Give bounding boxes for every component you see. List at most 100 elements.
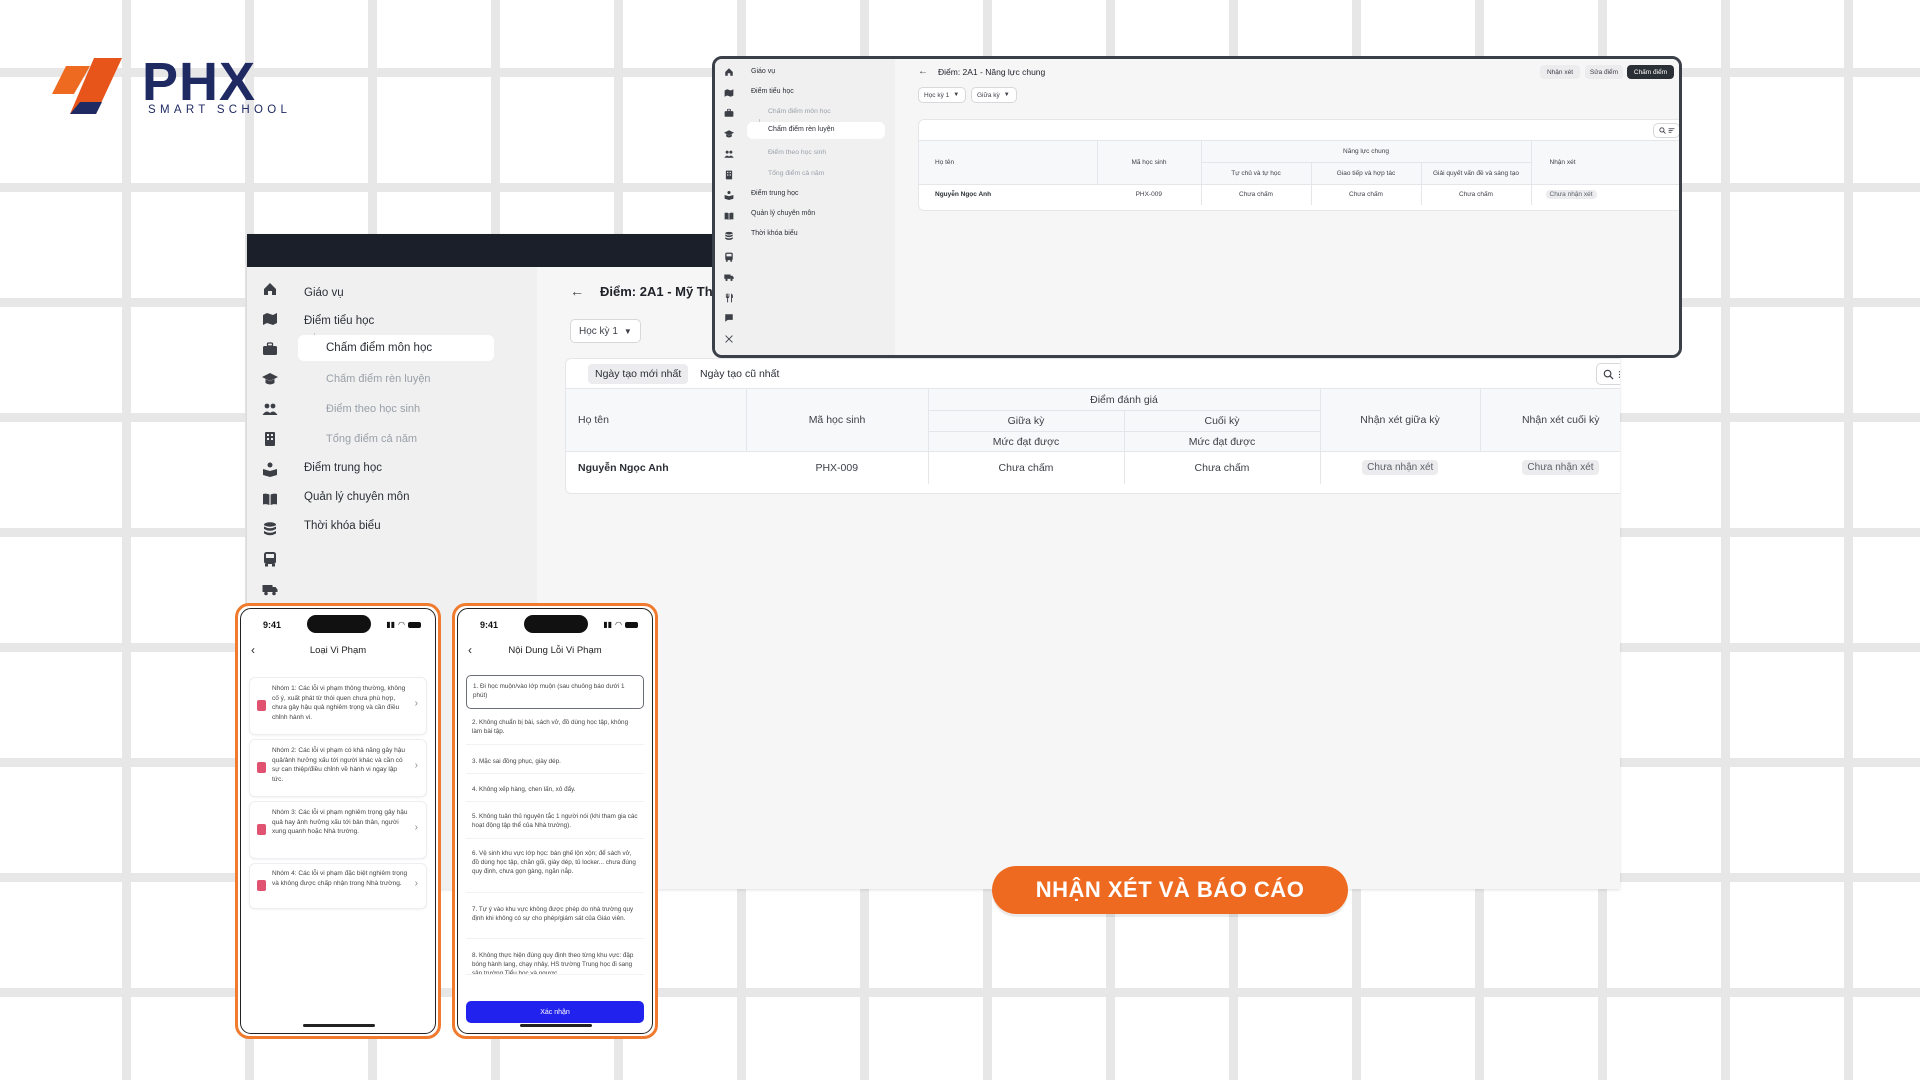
cell-end-grade[interactable]: Chưa chấm — [1123, 451, 1320, 484]
list-item[interactable]: 8. Không thực hiện đúng quy định theo từ… — [466, 947, 644, 975]
sidebar-item-tong-diem-ca-nam[interactable]: Tổng điểm cả năm — [768, 170, 824, 177]
col-header-end-term: Cuối kỳ — [1123, 410, 1321, 432]
chevron-right-icon: › — [414, 878, 418, 889]
clipboard-icon — [257, 700, 266, 711]
nav-section-diem-trung-hoc[interactable]: Điểm trung học — [304, 462, 382, 474]
list-item-text: 7. Tự ý vào khu vực không được phép do n… — [472, 906, 634, 922]
grade-button[interactable]: Chấm điểm — [1627, 65, 1674, 79]
semester-select[interactable]: Học kỳ 1 ▼ — [570, 319, 641, 343]
database-icon[interactable] — [722, 229, 736, 243]
table-row[interactable]: Nguyễn Ngọc Anh PHX-009 Chưa chấm Chưa c… — [919, 184, 1679, 205]
period-select[interactable]: Giữa kỳ ▼ — [971, 87, 1017, 103]
mid-comment-badge[interactable]: Chưa nhận xét — [1362, 460, 1439, 476]
col-header-code: Mã học sinh — [745, 388, 929, 452]
signal-icon: ▮▮ — [386, 620, 396, 629]
comment-button[interactable]: Nhận xét — [1540, 65, 1580, 79]
bus-icon[interactable] — [722, 250, 736, 264]
back-arrow-icon[interactable]: ← — [918, 66, 928, 77]
nav-section-giao-vu[interactable]: Giáo vụ — [751, 68, 775, 75]
list-item[interactable]: Nhóm 3: Các lỗi vi phạm nghiêm trọng gây… — [249, 801, 427, 859]
cell-communication[interactable]: Chưa chấm — [1310, 184, 1421, 205]
list-item[interactable]: 5. Không tuân thủ nguyên tắc 1 người nói… — [466, 809, 644, 839]
period-select-value: Giữa kỳ — [977, 91, 1000, 99]
table-row[interactable]: Nguyễn Ngọc Anh PHX-009 Chưa chấm Chưa c… — [566, 451, 1620, 484]
col-header-mid-comment: Nhận xét giữa kỳ — [1319, 388, 1481, 452]
wifi-icon: ◠ — [398, 620, 405, 629]
list-item[interactable]: 4. Không xếp hàng, chen lấn, xô đẩy. — [466, 780, 644, 802]
sidebar-item-label: Chấm điểm rèn luyện — [768, 126, 835, 133]
nav-section-diem-trung-hoc[interactable]: Điểm trung học — [751, 190, 798, 197]
search-filter-toolbox[interactable] — [1653, 123, 1679, 138]
users-icon[interactable] — [260, 399, 279, 418]
list-item[interactable]: 7. Tự ý vào khu vực không được phép do n… — [466, 901, 644, 939]
sidebar-item-cham-diem-mon-hoc[interactable]: Chấm điểm môn học — [298, 335, 494, 361]
map-icon[interactable] — [722, 86, 736, 100]
list-item[interactable]: 6. Vệ sinh khu vực lớp học: bàn ghế lộn … — [466, 845, 644, 893]
phx-logo: PHX SMART SCHOOL — [52, 52, 287, 124]
book-icon[interactable] — [722, 209, 736, 223]
nav-section-thoi-khoa-bieu[interactable]: Thời khóa biểu — [751, 230, 798, 237]
search-icon[interactable] — [1658, 127, 1666, 134]
home-icon[interactable] — [260, 279, 279, 298]
truck-icon[interactable] — [260, 579, 279, 598]
semester-select[interactable]: Học kỳ 1 ▼ — [918, 87, 966, 103]
list-item[interactable]: Nhóm 1: Các lỗi vi phạm thông thường, kh… — [249, 677, 427, 735]
database-icon[interactable] — [260, 519, 279, 538]
building-icon[interactable] — [722, 168, 736, 182]
list-item[interactable]: 3. Mặc sai đồng phục, giày dép. — [466, 752, 644, 774]
briefcase-icon[interactable] — [722, 106, 736, 120]
cell-self-study[interactable]: Chưa chấm — [1200, 184, 1311, 205]
search-icon[interactable] — [1603, 369, 1614, 380]
list-item[interactable]: 2. Không chuẩn bị bài, sách vở, đồ dùng … — [466, 715, 644, 745]
feature-banner: NHẬN XÉT VÀ BÁO CÁO — [992, 866, 1348, 914]
graduation-cap-icon[interactable] — [722, 127, 736, 141]
phone-screen: 9:41 ▮▮ ◠ ‹ Nội Dung Lỗi Vi Phạm 1. Đi họ… — [457, 608, 653, 1034]
book-icon[interactable] — [260, 489, 279, 508]
end-comment-badge[interactable]: Chưa nhận xét — [1522, 460, 1599, 476]
edit-grade-button[interactable]: Sửa điểm — [1585, 65, 1623, 79]
cell-student-name: Nguyễn Ngọc Anh — [566, 451, 746, 484]
sidebar-nav-small: Giáo vụ Điểm tiểu học Chấm điểm môn học … — [743, 59, 895, 355]
sidebar-item-cham-diem-ren-luyen[interactable]: Chấm điểm rèn luyện — [326, 373, 431, 385]
search-filter-toolbox[interactable] — [1596, 363, 1620, 385]
comment-badge[interactable]: Chưa nhận xét — [1545, 190, 1597, 200]
cell-problem-solving[interactable]: Chưa chấm — [1420, 184, 1531, 205]
home-icon[interactable] — [722, 65, 736, 79]
sidebar-item-cham-diem-ren-luyen[interactable]: Chấm điểm rèn luyện — [747, 122, 885, 139]
sort-oldest-chip[interactable]: Ngày tạo cũ nhất — [693, 364, 786, 384]
filter-lines-icon[interactable] — [1668, 127, 1675, 134]
reader-icon[interactable] — [722, 188, 736, 202]
filter-lines-icon[interactable] — [1618, 369, 1620, 380]
nav-section-quan-ly-chuyen-mon[interactable]: Quản lý chuyên môn — [751, 210, 815, 217]
reader-icon[interactable] — [260, 459, 279, 478]
sidebar-item-cham-diem-mon-hoc[interactable]: Chấm điểm môn học — [768, 108, 831, 115]
briefcase-icon[interactable] — [260, 339, 279, 358]
list-item[interactable]: Nhóm 2: Các lỗi vi phạm có khả năng gây … — [249, 739, 427, 797]
cell-mid-grade[interactable]: Chưa chấm — [927, 451, 1124, 484]
tools-icon[interactable] — [722, 332, 736, 346]
status-icons: ▮▮ ◠ — [386, 620, 421, 629]
nav-section-quan-ly-chuyen-mon[interactable]: Quản lý chuyên môn — [304, 491, 409, 503]
sidebar-item-tong-diem-ca-nam[interactable]: Tổng điểm cả năm — [326, 433, 417, 445]
list-item-selected[interactable]: 1. Đi học muộn/vào lớp muộn (sau chuông … — [466, 675, 644, 709]
sidebar-item-diem-theo-hoc-sinh[interactable]: Điểm theo học sinh — [326, 403, 420, 415]
truck-icon[interactable] — [722, 270, 736, 284]
nav-section-thoi-khoa-bieu[interactable]: Thời khóa biểu — [304, 520, 381, 532]
status-time: 9:41 — [263, 620, 282, 630]
bus-icon[interactable] — [260, 549, 279, 568]
users-icon[interactable] — [722, 147, 736, 161]
nav-section-giao-vu[interactable]: Giáo vụ — [304, 287, 344, 299]
graduation-cap-icon[interactable] — [260, 369, 279, 388]
confirm-button[interactable]: Xác nhận — [466, 1001, 644, 1023]
chevron-down-icon: ▼ — [623, 326, 632, 336]
sort-newest-chip[interactable]: Ngày tạo mới nhất — [588, 364, 689, 384]
cutlery-icon[interactable] — [722, 291, 736, 305]
back-arrow-icon[interactable]: ← — [570, 283, 584, 299]
building-icon[interactable] — [260, 429, 279, 448]
nav-section-diem-tieu-hoc[interactable]: Điểm tiểu học — [304, 315, 374, 327]
nav-section-diem-tieu-hoc[interactable]: Điểm tiểu học — [751, 88, 794, 95]
list-item[interactable]: Nhóm 4: Các lỗi vi phạm đặc biệt nghiêm … — [249, 863, 427, 909]
chat-icon[interactable] — [722, 311, 736, 325]
sidebar-item-diem-theo-hoc-sinh[interactable]: Điểm theo học sinh — [768, 149, 826, 156]
map-icon[interactable] — [260, 309, 279, 328]
